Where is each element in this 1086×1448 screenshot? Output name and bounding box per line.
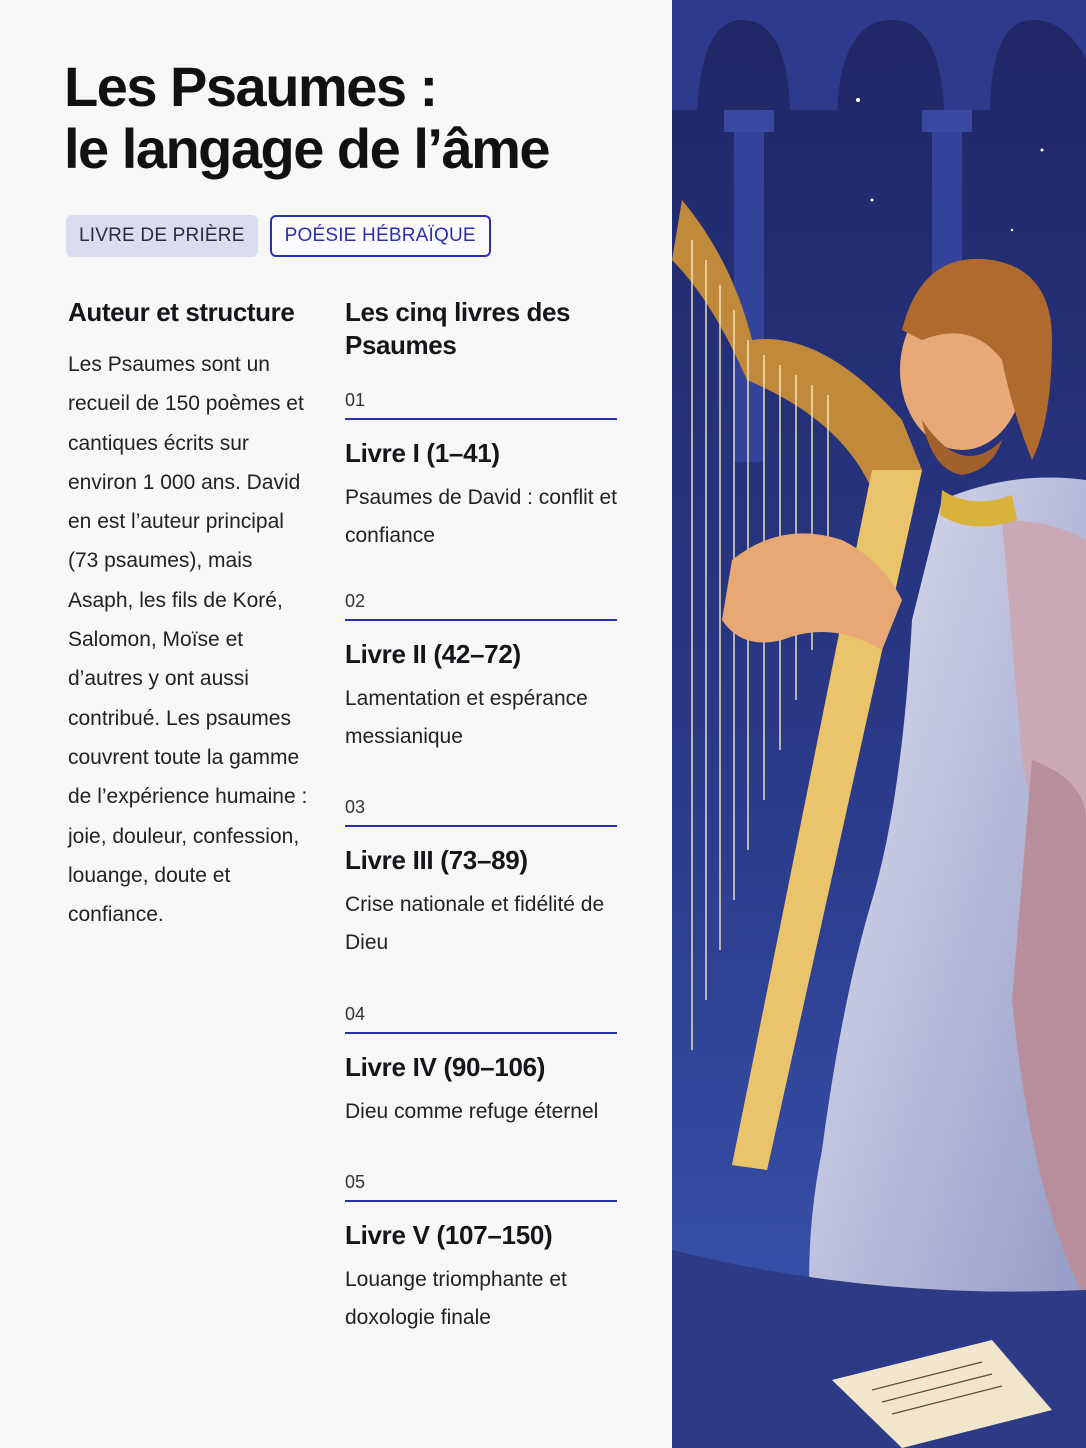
book-description: Crise nationale et fidélité de Dieu <box>345 893 605 954</box>
book-item: 04 Livre IV (90–106) Dieu comme refuge é… <box>345 1003 617 1131</box>
book-description: Dieu comme refuge éternel <box>345 1100 599 1123</box>
book-title: Livre III (73–89) <box>345 845 528 875</box>
book-number: 02 <box>345 590 617 621</box>
book-item: 03 Livre III (73–89) Crise nationale et … <box>345 796 617 962</box>
tag-hebrew-poetry: POÉSIE HÉBRAÏQUE <box>269 215 491 257</box>
book-title: Livre II (42–72) <box>345 639 521 669</box>
book-title: Livre V (107–150) <box>345 1220 553 1250</box>
book-description: Psaumes de David : conflit et confiance <box>345 486 617 547</box>
tag-prayer-book: LIVRE DE PRIÈRE <box>66 215 258 257</box>
page-title-line-2: le langage de l’âme <box>64 117 551 180</box>
book-number: 01 <box>345 389 617 420</box>
author-structure-body: Les Psaumes sont un recueil de 150 poème… <box>68 353 308 927</box>
book-item: 05 Livre V (107–150) Louange triomphante… <box>345 1171 617 1337</box>
five-books-section: Les cinq livres des Psaumes 01 Livre I (… <box>345 296 617 1329</box>
page-title-line-1: Les Psaumes : <box>64 55 438 118</box>
page-title: Les Psaumes : le langage de l’âme <box>64 55 551 180</box>
tag-list: LIVRE DE PRIÈRE POÉSIE HÉBRAÏQUE <box>66 215 491 257</box>
book-number: 05 <box>345 1171 617 1202</box>
author-structure-heading: Auteur et structure <box>68 297 295 327</box>
book-number: 04 <box>345 1003 617 1034</box>
book-title: Livre IV (90–106) <box>345 1052 546 1082</box>
book-item: 02 Livre II (42–72) Lamentation et espér… <box>345 590 617 756</box>
book-number: 03 <box>345 796 617 827</box>
harpist-illustration <box>672 0 1086 1448</box>
book-description: Louange triomphante et doxologie finale <box>345 1268 567 1329</box>
book-item: 01 Livre I (1–41) Psaumes de David : con… <box>345 389 617 555</box>
five-books-heading: Les cinq livres des Psaumes <box>345 297 571 360</box>
content-panel: Les Psaumes : le langage de l’âme LIVRE … <box>0 0 672 1448</box>
author-structure-section: Auteur et structure Les Psaumes sont un … <box>68 296 318 934</box>
book-description: Lamentation et espérance messianique <box>345 687 588 748</box>
book-title: Livre I (1–41) <box>345 438 500 468</box>
